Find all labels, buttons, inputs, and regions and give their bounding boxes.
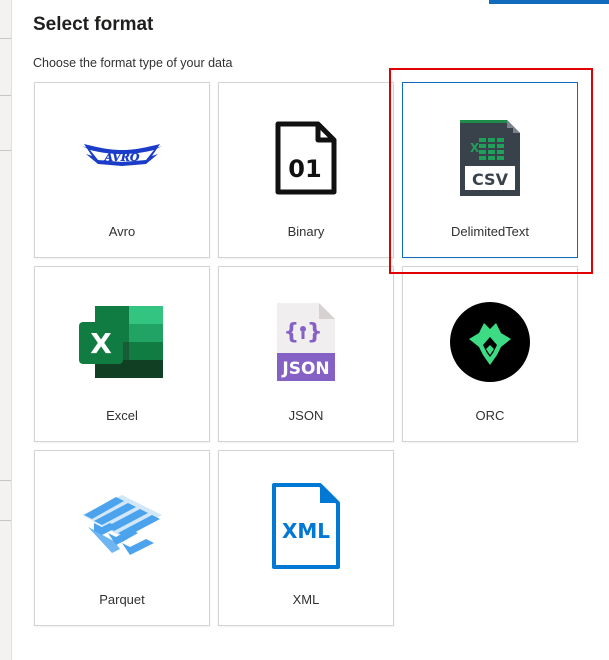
avro-logo-icon: AVRO — [77, 113, 167, 203]
parquet-icon — [77, 481, 167, 571]
svg-text:CSV: CSV — [472, 170, 509, 189]
excel-icon: X — [77, 297, 167, 387]
format-tile-json[interactable]: { } JSON JSON — [218, 266, 394, 442]
format-tile-orc[interactable]: ORC — [402, 266, 578, 442]
format-label: JSON — [288, 408, 324, 423]
svg-text:JSON: JSON — [281, 359, 329, 379]
format-tile-avro[interactable]: AVRO Avro — [34, 82, 210, 258]
format-label: Parquet — [99, 592, 145, 607]
format-label: XML — [292, 592, 320, 607]
json-file-icon: { } JSON — [261, 297, 351, 387]
format-label: Avro — [108, 224, 136, 239]
xml-file-icon: XML — [261, 481, 351, 571]
svg-text:01: 01 — [288, 155, 321, 183]
background-panel-strip — [0, 0, 12, 660]
svg-text:AVRO: AVRO — [104, 151, 140, 164]
format-tile-parquet[interactable]: Parquet — [34, 450, 210, 626]
svg-text:X: X — [90, 327, 112, 360]
format-tile-binary[interactable]: 01 Binary — [218, 82, 394, 258]
format-tile-delimitedtext[interactable]: X CSV DelimitedText — [402, 82, 578, 258]
page-subtitle: Choose the format type of your data — [33, 56, 233, 70]
format-label: Binary — [287, 224, 325, 239]
top-accent-bar — [489, 0, 609, 4]
orc-icon — [445, 297, 535, 387]
page-title: Select format — [33, 14, 154, 35]
format-tile-xml[interactable]: XML XML — [218, 450, 394, 626]
format-label: DelimitedText — [450, 224, 530, 239]
format-tile-excel[interactable]: X Excel — [34, 266, 210, 442]
svg-text:X: X — [470, 141, 480, 155]
format-label: ORC — [475, 408, 505, 423]
csv-file-icon: X CSV — [445, 113, 535, 203]
format-label: Excel — [106, 408, 138, 423]
svg-text:XML: XML — [282, 519, 330, 543]
binary-file-icon: 01 — [261, 113, 351, 203]
